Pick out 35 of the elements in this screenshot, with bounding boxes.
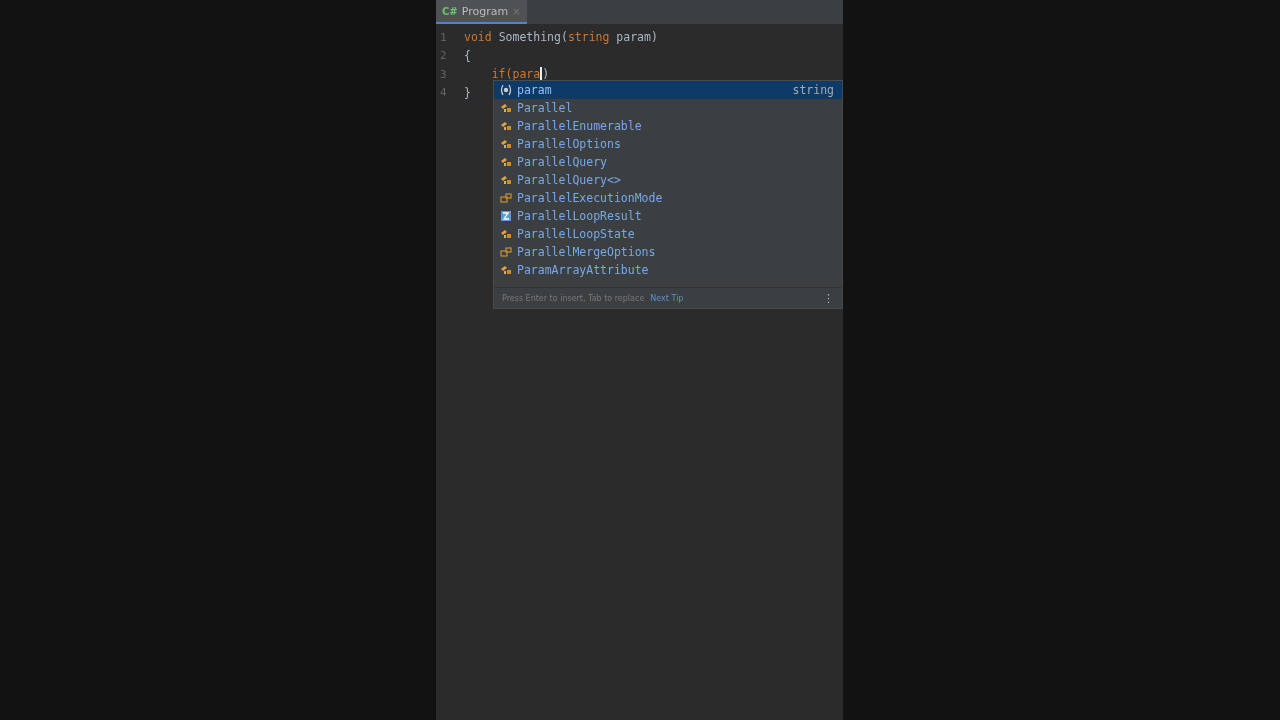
code-line: } <box>463 85 471 100</box>
completion-item[interactable]: ParallelLoopState <box>494 225 842 243</box>
class-icon <box>500 228 512 240</box>
text-cursor <box>540 67 543 82</box>
line-number: 3 <box>439 67 448 81</box>
code-line: { <box>463 48 471 63</box>
completion-item[interactable]: ParallelExecutionMode <box>494 189 842 207</box>
class-icon <box>500 120 512 132</box>
class-icon <box>500 102 512 114</box>
completion-item[interactable]: param string <box>494 81 842 99</box>
line-number: 4 <box>439 86 448 100</box>
class-icon <box>500 138 512 150</box>
class-icon <box>500 156 512 168</box>
code-line: void Something(string param) <box>463 30 658 45</box>
next-tip-link[interactable]: Next Tip <box>650 293 684 303</box>
code-line: if(para ) <box>490 67 550 82</box>
line-number: 2 <box>439 49 448 63</box>
line-number: 1 <box>439 30 448 44</box>
enum-icon <box>500 192 512 204</box>
completion-item[interactable]: ParamArrayAttribute <box>494 261 842 279</box>
class-icon <box>500 174 512 186</box>
more-icon[interactable]: ⋮ <box>823 291 834 305</box>
parameter-icon <box>500 84 512 96</box>
completion-item[interactable]: ParallelOptions <box>494 135 842 153</box>
completion-item[interactable]: Parallel <box>494 99 842 117</box>
editor-tab[interactable]: C# Program × <box>436 0 527 24</box>
completion-item[interactable]: ParallelQuery <box>494 153 842 171</box>
completion-item[interactable]: ParallelEnumerable <box>494 117 842 135</box>
completion-item[interactable]: ParallelQuery<> <box>494 171 842 189</box>
csharp-file-icon: C# <box>442 5 458 17</box>
completion-item[interactable]: ParallelMergeOptions <box>494 243 842 261</box>
class-icon <box>500 264 512 276</box>
struct-icon <box>500 210 512 222</box>
completion-item[interactable]: ParallelLoopResult <box>494 207 842 225</box>
enum-icon <box>500 246 512 258</box>
